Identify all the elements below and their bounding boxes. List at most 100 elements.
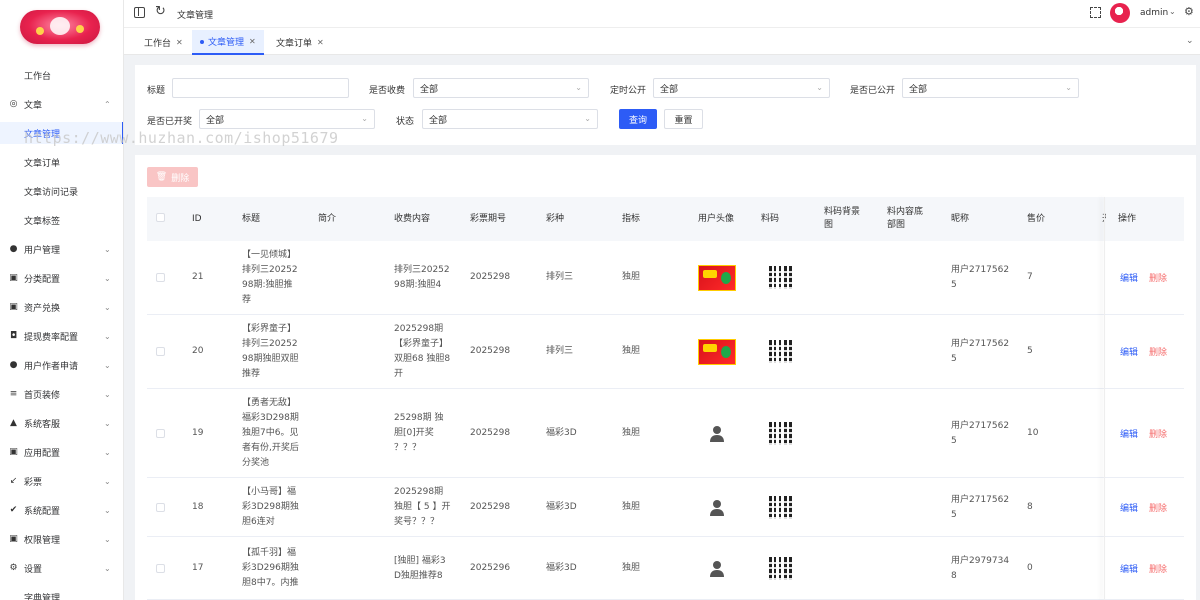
- kind-cell: 福彩3D: [546, 562, 577, 573]
- cell-line: 福彩3D298期: [242, 413, 299, 423]
- column-header: 指标: [622, 214, 641, 224]
- user-avatar-icon[interactable]: [709, 425, 725, 442]
- query-button[interactable]: 查询: [619, 109, 657, 129]
- chevron-down-icon[interactable]: ⌄: [1169, 7, 1176, 16]
- close-icon[interactable]: ✕: [176, 38, 183, 47]
- sidebar-item-1[interactable]: ◎ 文章 ⌃: [0, 93, 123, 115]
- price-cell: 7: [1027, 272, 1033, 282]
- refresh-icon[interactable]: ↻: [155, 4, 166, 19]
- brand-logo[interactable]: [20, 10, 100, 44]
- sidebar-item-5[interactable]: 文章标签: [0, 209, 123, 231]
- sidebar-item-13[interactable]: ▣ 应用配置 ⌄: [0, 441, 123, 463]
- title-input[interactable]: [172, 78, 349, 98]
- cell-line: 5: [951, 435, 957, 446]
- paid-select[interactable]: 全部 ⌄: [413, 78, 589, 98]
- id-cell: 19: [192, 427, 204, 438]
- select-all-checkbox[interactable]: [156, 213, 165, 222]
- sidebar-item-label: 文章: [24, 100, 43, 111]
- sidebar-item-3[interactable]: 文章订单: [0, 151, 123, 173]
- tab-article-orders[interactable]: 文章订单 ✕: [268, 30, 332, 55]
- paid-value: 全部: [420, 84, 439, 95]
- sidebar-item-10[interactable]: ● 用户作者申请 ⌄: [0, 354, 123, 376]
- tab-article-management[interactable]: 文章管理 ✕: [192, 30, 264, 55]
- sidebar-item-17[interactable]: ⚙ 设置 ⌄: [0, 557, 123, 579]
- sidebar-item-11[interactable]: ≡ 首页装修 ⌄: [0, 383, 123, 405]
- cell-line: 用户2717562: [951, 265, 1010, 275]
- sidebar-item-4[interactable]: 文章访问记录: [0, 180, 123, 202]
- sidebar-item-0[interactable]: 工作台: [0, 64, 123, 86]
- status-select[interactable]: 全部 ⌄: [422, 109, 598, 129]
- qr-code-image[interactable]: [769, 495, 792, 519]
- sidebar-item-label: 用户管理: [24, 245, 61, 256]
- arrow-icon: ↙: [9, 476, 18, 486]
- cell-line: 荐: [242, 295, 252, 305]
- timed-value: 全部: [660, 84, 679, 95]
- sidebar-item-label: 资产兑换: [24, 303, 61, 314]
- close-icon[interactable]: ✕: [249, 37, 256, 46]
- qr-code-image[interactable]: [769, 421, 792, 445]
- qr-code-image[interactable]: [769, 556, 792, 580]
- row-checkbox[interactable]: [156, 347, 165, 356]
- drawn-select[interactable]: 全部 ⌄: [199, 109, 375, 129]
- cell-line: 胆[0]开奖: [394, 428, 434, 438]
- tab-bar: 工作台 ✕ 文章管理 ✕ 文章订单 ✕ ⌄: [124, 28, 1200, 55]
- delete-link[interactable]: 删除: [1149, 562, 1167, 575]
- row-checkbox[interactable]: [156, 502, 165, 512]
- close-icon[interactable]: ✕: [317, 38, 324, 47]
- delete-link[interactable]: 删除: [1149, 345, 1167, 358]
- sidebar-item-6[interactable]: ● 用户管理 ⌄: [0, 238, 123, 260]
- cell-line: ？？？: [394, 443, 422, 453]
- row-checkbox[interactable]: [156, 563, 165, 573]
- sidebar-item-18[interactable]: 字典管理: [0, 586, 123, 600]
- cell-line: 排列三20252: [242, 339, 298, 349]
- qr-code-image[interactable]: [769, 340, 792, 363]
- public-select[interactable]: 全部 ⌄: [902, 78, 1079, 98]
- tab-label: 文章订单: [276, 39, 313, 49]
- row-divider: [147, 314, 1184, 315]
- sidebar-item-14[interactable]: ↙ 彩票 ⌄: [0, 470, 123, 492]
- sidebar-item-7[interactable]: ▣ 分类配置 ⌄: [0, 267, 123, 289]
- user-avatar-icon[interactable]: [709, 560, 725, 577]
- user-icon: ●: [9, 360, 18, 370]
- edit-link[interactable]: 编辑: [1120, 271, 1138, 284]
- reset-button[interactable]: 重置: [664, 109, 703, 129]
- fullscreen-icon[interactable]: [1090, 7, 1101, 18]
- chevron-down-icon[interactable]: ⌄: [1186, 36, 1194, 46]
- user-avatar-image[interactable]: [698, 265, 736, 291]
- user-avatar-icon[interactable]: [709, 499, 725, 516]
- title-label: 标题: [147, 86, 166, 96]
- delete-link[interactable]: 删除: [1149, 271, 1167, 284]
- chevron-down-icon: ⌄: [1065, 83, 1072, 92]
- qr-code-image[interactable]: [769, 266, 792, 289]
- row-checkbox[interactable]: [156, 273, 165, 282]
- delete-button[interactable]: 🗑 删除: [147, 167, 198, 187]
- sidebar-item-12[interactable]: ▲ 系统客服 ⌄: [0, 412, 123, 434]
- avatar[interactable]: [1110, 3, 1130, 23]
- gear-icon[interactable]: ⚙: [1184, 5, 1194, 18]
- edit-link[interactable]: 编辑: [1120, 501, 1138, 514]
- content-cell: 25298期 独胆[0]开奖 ？？？: [394, 411, 464, 456]
- tab-workbench[interactable]: 工作台 ✕: [136, 30, 191, 55]
- edit-link[interactable]: 编辑: [1120, 562, 1138, 575]
- sidebar-item-16[interactable]: ▣ 权限管理 ⌄: [0, 528, 123, 550]
- timed-select[interactable]: 全部 ⌄: [653, 78, 830, 98]
- delete-link[interactable]: 删除: [1149, 427, 1167, 440]
- edit-link[interactable]: 编辑: [1120, 427, 1138, 440]
- user-avatar-image[interactable]: [698, 339, 736, 365]
- metric-cell: 独胆: [622, 272, 641, 282]
- id-cell: 20: [192, 346, 204, 356]
- delete-link[interactable]: 删除: [1149, 501, 1167, 514]
- sidebar-item-label: 文章订单: [24, 158, 61, 169]
- sidebar-item-8[interactable]: ▣ 资产兑换 ⌄: [0, 296, 123, 318]
- sidebar-item-15[interactable]: ✔ 系统配置 ⌄: [0, 499, 123, 521]
- collapse-sidebar-icon[interactable]: [134, 7, 145, 18]
- edit-link[interactable]: 编辑: [1120, 345, 1138, 358]
- user-name[interactable]: admin: [1140, 8, 1168, 18]
- row-divider: [147, 536, 1184, 537]
- chevron-down-icon: ⌄: [104, 244, 111, 254]
- cell-line: 开: [394, 369, 404, 379]
- chevron-down-icon: ⌄: [361, 114, 368, 123]
- row-checkbox[interactable]: [156, 428, 165, 438]
- sidebar-item-9[interactable]: ◘ 提现费率配置 ⌄: [0, 325, 123, 347]
- cell-line: 胆6连对: [242, 517, 275, 527]
